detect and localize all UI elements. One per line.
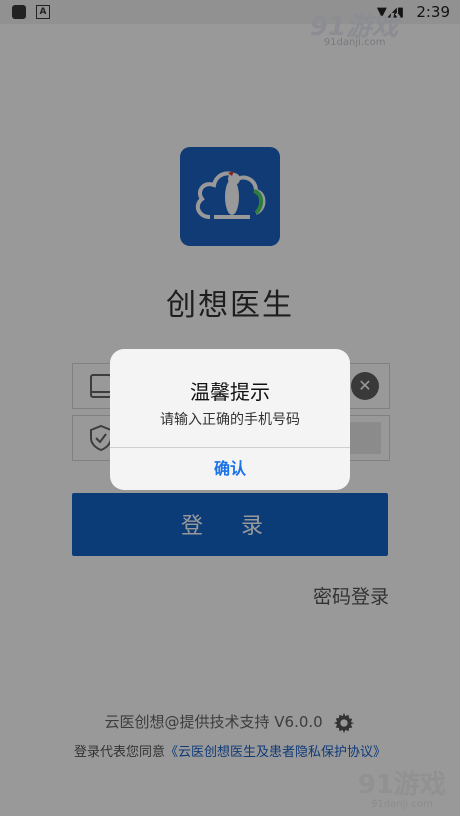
alert-dialog: 温馨提示 请输入正确的手机号码 确认 [110,349,350,490]
dialog-message: 请输入正确的手机号码 [160,412,300,428]
confirm-button[interactable]: 确认 [110,448,350,490]
dialog-title: 温馨提示 [190,380,270,404]
